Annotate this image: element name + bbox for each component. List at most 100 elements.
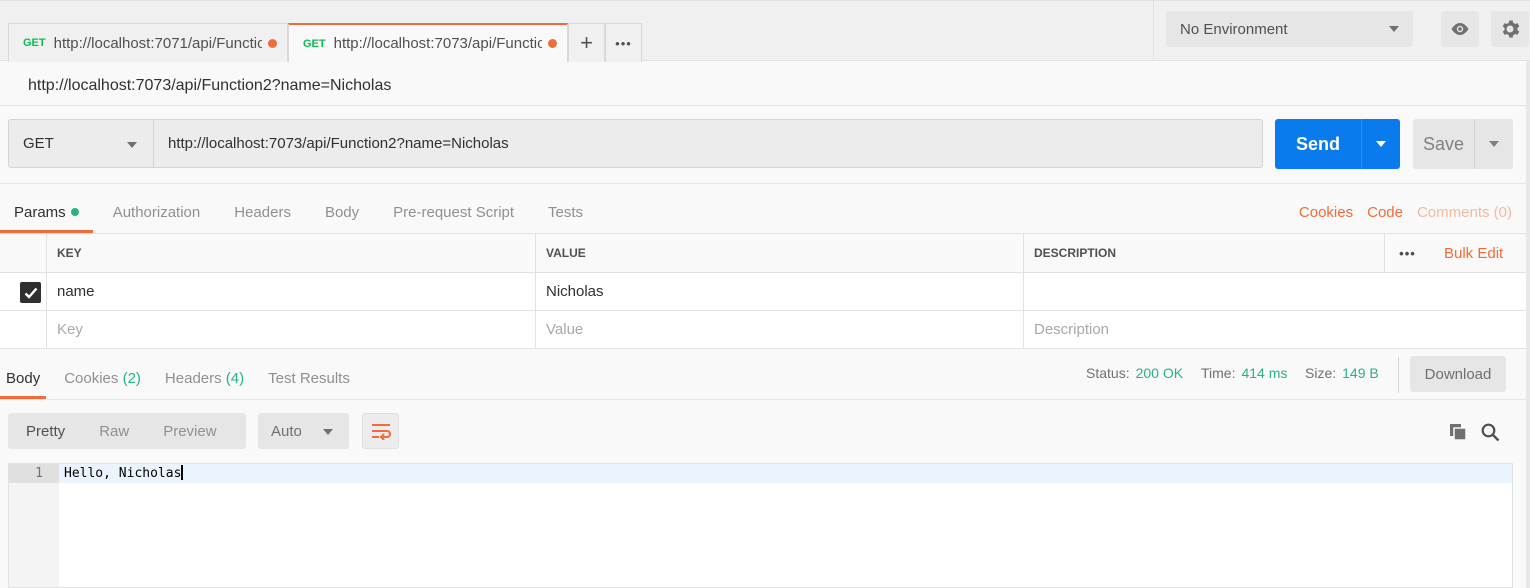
chevron-down-icon: [323, 429, 333, 435]
environment-area: No Environment: [1153, 0, 1530, 61]
cookies-count: (2): [122, 370, 141, 387]
view-raw[interactable]: Raw: [99, 423, 129, 440]
column-key: KEY: [46, 234, 535, 272]
wrap-lines-button[interactable]: [362, 413, 399, 449]
tab-response-cookies[interactable]: Cookies (2): [58, 361, 147, 399]
copy-button[interactable]: [1447, 421, 1469, 443]
search-button[interactable]: [1479, 421, 1501, 443]
status-label: Status:: [1086, 365, 1130, 381]
view-preview[interactable]: Preview: [163, 423, 216, 440]
tab-response-headers[interactable]: Headers (4): [159, 361, 250, 399]
tab-test-results[interactable]: Test Results: [262, 361, 356, 399]
chevron-down-icon: [1389, 26, 1399, 32]
tab-body[interactable]: Body: [311, 196, 373, 232]
line-number: 1: [9, 464, 59, 483]
tab-url: http://localhost:7073/api/Functio: [333, 35, 542, 52]
request-tab-1[interactable]: GET http://localhost:7071/api/Functio: [8, 23, 288, 62]
view-pretty[interactable]: Pretty: [26, 423, 65, 440]
params-table: KEY VALUE DESCRIPTION ••• Bulk Edit name…: [0, 233, 1526, 349]
tab-authorization[interactable]: Authorization: [99, 196, 215, 232]
tab-headers[interactable]: Headers: [220, 196, 305, 232]
url-input[interactable]: http://localhost:7073/api/Function2?name…: [153, 119, 1263, 168]
ellipsis-icon: •••: [615, 35, 632, 51]
divider: [0, 399, 1530, 400]
method-select[interactable]: GET: [8, 119, 154, 168]
response-status: Status: 200 OK: [1086, 365, 1183, 381]
request-title[interactable]: http://localhost:7073/api/Function2?name…: [28, 77, 391, 95]
send-options-button[interactable]: [1361, 119, 1400, 169]
method-value: GET: [23, 135, 54, 152]
param-description-cell[interactable]: [1023, 273, 1526, 310]
response-size: Size: 149 B: [1305, 365, 1379, 381]
check-icon: [24, 287, 37, 299]
save-button[interactable]: Save: [1413, 119, 1474, 169]
response-body-editor[interactable]: 1 Hello, Nicholas: [8, 463, 1513, 588]
param-key-cell[interactable]: name: [46, 273, 535, 310]
new-tab-button[interactable]: +: [568, 23, 605, 62]
chevron-down-icon: [127, 142, 137, 148]
status-value[interactable]: 200 OK: [1136, 365, 1183, 381]
environment-select[interactable]: No Environment: [1166, 11, 1413, 47]
new-param-key-input[interactable]: Key: [46, 311, 535, 348]
tab-bar: GET http://localhost:7071/api/Functio GE…: [0, 0, 1153, 62]
copy-icon: [1450, 424, 1467, 441]
save-options-button[interactable]: [1474, 119, 1513, 169]
tab-response-body[interactable]: Body: [0, 361, 47, 399]
eye-icon: [1451, 23, 1469, 35]
unsaved-dot-icon: [267, 38, 277, 48]
unsaved-dot-icon: [547, 39, 557, 48]
environment-value: No Environment: [1180, 20, 1288, 38]
manage-environments-button[interactable]: [1491, 11, 1529, 47]
tab-pre-request-script[interactable]: Pre-request Script: [379, 196, 528, 232]
tab-url: http://localhost:7071/api/Functio: [53, 34, 262, 52]
tab-method: GET: [23, 37, 46, 49]
table-header: KEY VALUE DESCRIPTION ••• Bulk Edit: [0, 233, 1526, 273]
cookies-link[interactable]: Cookies: [1299, 204, 1353, 221]
comments-link[interactable]: Comments (0): [1417, 204, 1512, 221]
new-param-description-input[interactable]: Description: [1023, 311, 1526, 348]
format-select[interactable]: Auto: [258, 413, 349, 449]
request-tab-2[interactable]: GET http://localhost:7073/api/Functio: [288, 23, 568, 62]
search-icon: [1481, 423, 1499, 441]
code-link[interactable]: Code: [1367, 204, 1403, 221]
wrap-lines-icon: [371, 424, 391, 440]
active-line-highlight: [59, 464, 1512, 483]
url-value: http://localhost:7073/api/Function2?name…: [168, 135, 509, 152]
param-enabled-checkbox[interactable]: [20, 282, 41, 303]
divider: [0, 183, 1530, 184]
param-value-cell[interactable]: Nicholas: [535, 273, 1023, 310]
tab-method: GET: [303, 37, 326, 50]
chevron-down-icon: [1376, 141, 1386, 147]
table-row: name Nicholas: [0, 273, 1526, 311]
scrollbar[interactable]: [1526, 61, 1530, 588]
table-row: Key Value Description: [0, 311, 1526, 349]
plus-icon: +: [580, 30, 593, 55]
params-more-button[interactable]: •••: [1384, 234, 1430, 272]
tab-tests[interactable]: Tests: [534, 196, 597, 232]
divider: [1398, 357, 1399, 393]
tab-more-button[interactable]: •••: [605, 23, 642, 62]
column-value: VALUE: [535, 234, 1023, 272]
headers-count: (4): [225, 370, 245, 387]
send-button[interactable]: Send: [1275, 119, 1361, 169]
gear-icon: [1502, 20, 1520, 38]
bulk-edit-link[interactable]: Bulk Edit: [1430, 234, 1526, 272]
chevron-down-icon: [1489, 141, 1499, 147]
tab-params[interactable]: Params: [0, 196, 93, 233]
code-line: Hello, Nicholas: [64, 465, 184, 481]
size-value[interactable]: 149 B: [1342, 365, 1379, 381]
size-label: Size:: [1305, 365, 1337, 381]
environment-quick-look-button[interactable]: [1441, 11, 1479, 47]
response-tabs: Body Cookies (2) Headers (4) Test Result…: [0, 361, 368, 399]
column-description: DESCRIPTION: [1023, 234, 1384, 272]
new-param-value-input[interactable]: Value: [535, 311, 1023, 348]
response-time: Time: 414 ms: [1201, 365, 1287, 381]
active-params-dot-icon: [70, 208, 79, 216]
request-links: Cookies Code Comments (0): [1299, 204, 1512, 221]
request-tabs: Params Authorization Headers Body Pre-re…: [0, 196, 603, 233]
view-mode-toggle: Pretty Raw Preview: [8, 413, 246, 449]
download-button[interactable]: Download: [1410, 356, 1506, 392]
text-cursor: [181, 465, 184, 480]
time-value[interactable]: 414 ms: [1241, 365, 1287, 381]
format-value: Auto: [271, 422, 302, 440]
